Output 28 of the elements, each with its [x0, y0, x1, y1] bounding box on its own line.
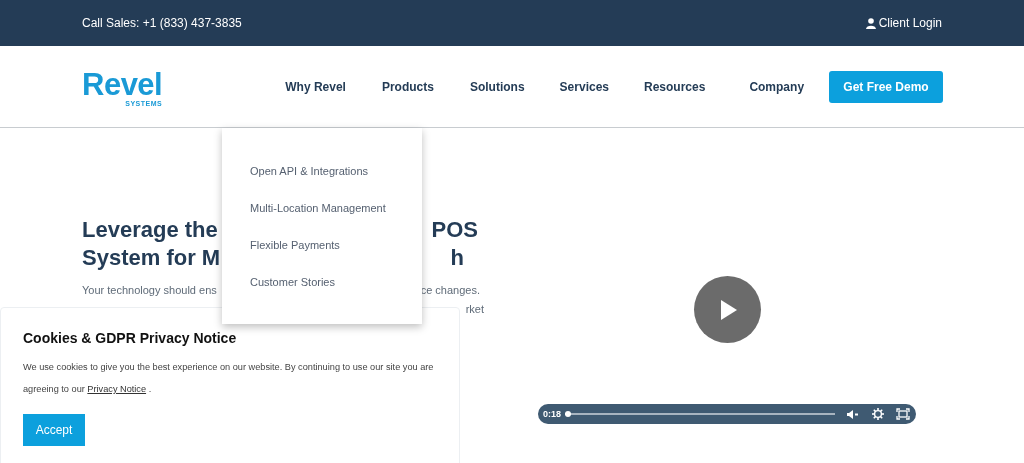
video-time: 0:18 — [543, 409, 562, 419]
phone-number: Call Sales: +1 (833) 437-3835 — [82, 16, 242, 30]
user-icon — [865, 17, 876, 29]
dropdown-item[interactable]: Flexible Payments — [250, 237, 422, 253]
cookie-title: Cookies & GDPR Privacy Notice — [23, 329, 238, 347]
nav-link[interactable]: Resources — [644, 79, 706, 94]
nav-link[interactable]: Company — [749, 79, 805, 94]
hero-paragraph-text: Your technology should ens — [82, 283, 217, 298]
dropdown-item[interactable]: Customer Stories — [250, 274, 422, 290]
settings-icon[interactable] — [872, 408, 884, 420]
dropdown-item[interactable]: Open API & Integrations — [250, 163, 422, 179]
nav-link[interactable]: Solutions — [469, 79, 525, 94]
volume-icon[interactable] — [847, 409, 858, 419]
privacy-link[interactable]: Privacy Notice — [87, 384, 147, 394]
hero-paragraph-text: rket — [465, 302, 484, 317]
client-login-link[interactable]: Client Login — [865, 16, 942, 30]
nav-link[interactable]: Products — [381, 79, 434, 94]
hero-heading-text: System for M — [82, 244, 221, 272]
hero-heading-text: h — [450, 244, 464, 272]
progress-thumb[interactable] — [564, 411, 571, 417]
hero-heading-text: POS — [431, 216, 478, 244]
hero-heading-text: Leverage the — [82, 216, 218, 244]
nav-link[interactable]: Why Revel — [285, 79, 346, 94]
nav-link[interactable]: Services — [559, 79, 609, 94]
play-icon — [721, 299, 737, 320]
fullscreen-icon[interactable] — [896, 408, 910, 420]
dropdown-item[interactable]: Multi-Location Management — [250, 200, 422, 216]
cookie-text: We use cookies to give you the best experience on our website. By continuing to use our site you are agreeing to our Privacy Notice . — [23, 361, 435, 396]
